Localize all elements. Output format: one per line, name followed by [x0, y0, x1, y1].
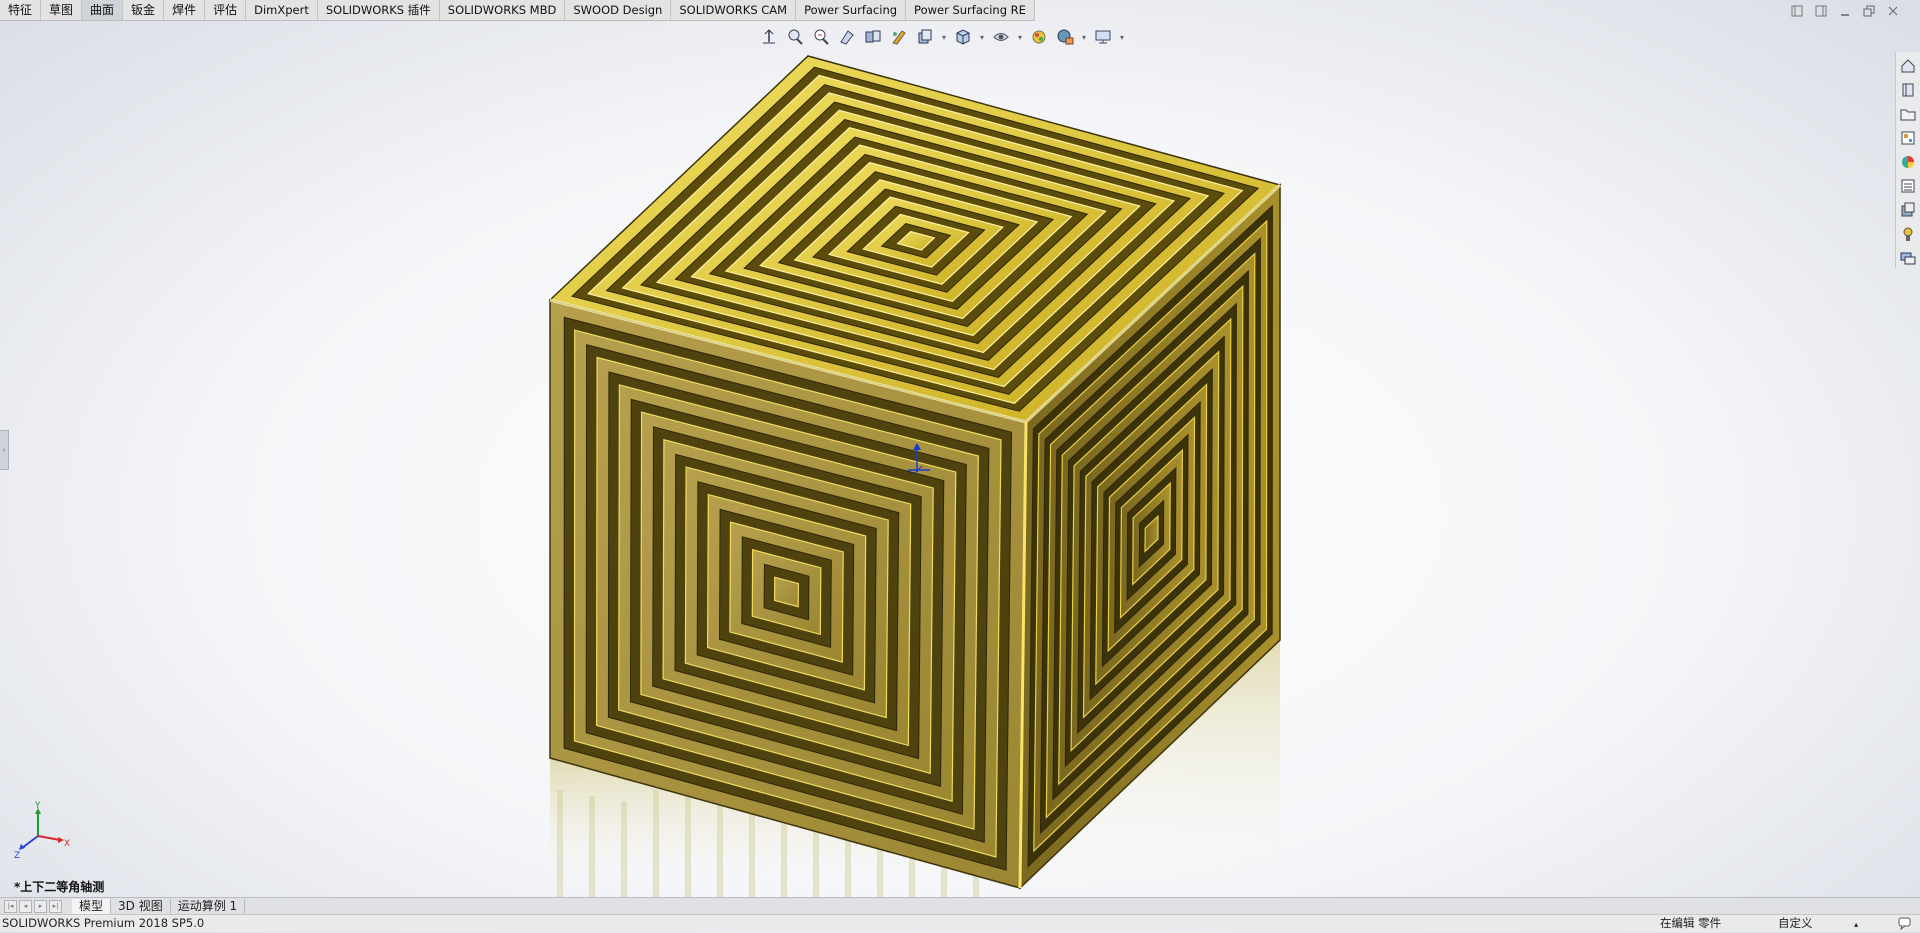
prev-tab-icon[interactable]: ◂	[19, 899, 32, 913]
chevron-up-icon: ▴	[1854, 920, 1859, 929]
command-tab[interactable]: DimXpert	[246, 0, 318, 20]
command-tab[interactable]: 特征	[0, 0, 42, 20]
restore-icon[interactable]	[1862, 4, 1876, 18]
zoom-area-icon[interactable]	[784, 26, 806, 48]
task-pane	[1895, 52, 1920, 268]
command-tab[interactable]: 钣金	[123, 0, 165, 20]
command-tab[interactable]: SWOOD Design	[565, 0, 672, 20]
apply-scene-icon[interactable]	[1028, 26, 1050, 48]
edit-appearance-icon[interactable]	[990, 26, 1012, 48]
view-orientation-icon[interactable]	[888, 26, 910, 48]
command-tab[interactable]: 评估	[205, 0, 247, 20]
model-tab[interactable]: 模型	[72, 898, 112, 914]
chevron-down-icon[interactable]: ▾	[940, 33, 948, 42]
section-view-icon[interactable]	[836, 26, 858, 48]
coordinate-triad: Y X Z	[14, 801, 70, 860]
command-tab[interactable]: SOLIDWORKS MBD	[440, 0, 566, 20]
window-controls	[1790, 4, 1900, 18]
command-tab[interactable]: SOLIDWORKS CAM	[671, 0, 797, 20]
unit-system-label: 自定义	[1778, 916, 1813, 930]
heads-up-view-toolbar: ▾ ▾ ▾ ▾ ▾	[758, 26, 1126, 48]
command-tab[interactable]: 焊件	[164, 0, 206, 20]
first-tab-icon[interactable]: |◂	[4, 899, 17, 913]
chevron-down-icon[interactable]: ▾	[1080, 33, 1088, 42]
command-manager-tabs: 特征 草图 曲面 钣金 焊件 评估 DimXpert SOLIDWORKS 插件 SOLIDWO…	[0, 0, 1035, 21]
monitor-icon[interactable]	[1092, 26, 1114, 48]
display-style-icon[interactable]	[914, 26, 936, 48]
dynamic-annotation-icon[interactable]	[862, 26, 884, 48]
next-tab-icon[interactable]: ▸	[34, 899, 47, 913]
custom-properties-icon[interactable]	[1899, 176, 1917, 196]
minimize-icon[interactable]	[1838, 4, 1852, 18]
status-bar: SOLIDWORKS Premium 2018 SP5.0 在编辑 零件 自定义…	[0, 914, 1920, 932]
tile-left-icon[interactable]	[1790, 4, 1804, 18]
chevron-down-icon[interactable]: ▾	[978, 33, 986, 42]
view-settings-icon[interactable]	[1054, 26, 1076, 48]
product-version: SOLIDWORKS Premium 2018 SP5.0	[2, 916, 205, 930]
edit-mode-status: 在编辑 零件	[1660, 916, 1722, 930]
last-tab-icon[interactable]: ▸|	[49, 899, 62, 913]
addin-icon[interactable]	[1899, 224, 1917, 244]
model-tab[interactable]: 3D 视图	[111, 898, 171, 914]
y-axis-label: Y	[34, 801, 41, 811]
hide-show-icon[interactable]	[952, 26, 974, 48]
feature-manager-expand-handle[interactable]: ›	[0, 430, 9, 470]
model-tab[interactable]: 运动算例 1	[171, 898, 246, 914]
command-tab[interactable]: Power Surfacing RE	[906, 0, 1035, 20]
tile-right-icon[interactable]	[1814, 4, 1828, 18]
zoom-to-fit-icon[interactable]	[758, 26, 780, 48]
x-axis-label: X	[64, 839, 70, 849]
file-explorer-icon[interactable]	[1899, 104, 1917, 124]
design-library-icon[interactable]	[1899, 80, 1917, 100]
command-tab[interactable]: Power Surfacing	[796, 0, 907, 20]
z-axis-label: Z	[14, 851, 20, 860]
3dexperience-icon[interactable]	[1899, 200, 1917, 220]
help-chat-icon[interactable]	[1898, 916, 1912, 930]
chevron-down-icon[interactable]: ▾	[1118, 33, 1126, 42]
command-tab[interactable]: SOLIDWORKS 插件	[318, 0, 440, 20]
tab-scroll-arrows: |◂ ◂ ▸ ▸|	[0, 899, 72, 913]
close-icon[interactable]	[1886, 4, 1900, 18]
command-tab[interactable]: 曲面	[82, 0, 124, 20]
solidworks-resources-icon[interactable]	[1899, 56, 1917, 76]
view-palette-icon[interactable]	[1899, 128, 1917, 148]
previous-view-icon[interactable]	[810, 26, 832, 48]
model-view-tabs: |◂ ◂ ▸ ▸| 模型 3D 视图 运动算例 1	[0, 897, 1920, 914]
view-orientation-label: *上下二等角轴测	[14, 880, 105, 894]
chevron-down-icon[interactable]: ▾	[1016, 33, 1024, 42]
appearances-icon[interactable]	[1899, 152, 1917, 172]
part-model-cube[interactable]	[530, 52, 1290, 898]
forum-icon[interactable]	[1899, 248, 1917, 268]
unit-system-selector[interactable]: 自定义 ▴	[1778, 915, 1858, 933]
command-tab[interactable]: 草图	[41, 0, 83, 20]
